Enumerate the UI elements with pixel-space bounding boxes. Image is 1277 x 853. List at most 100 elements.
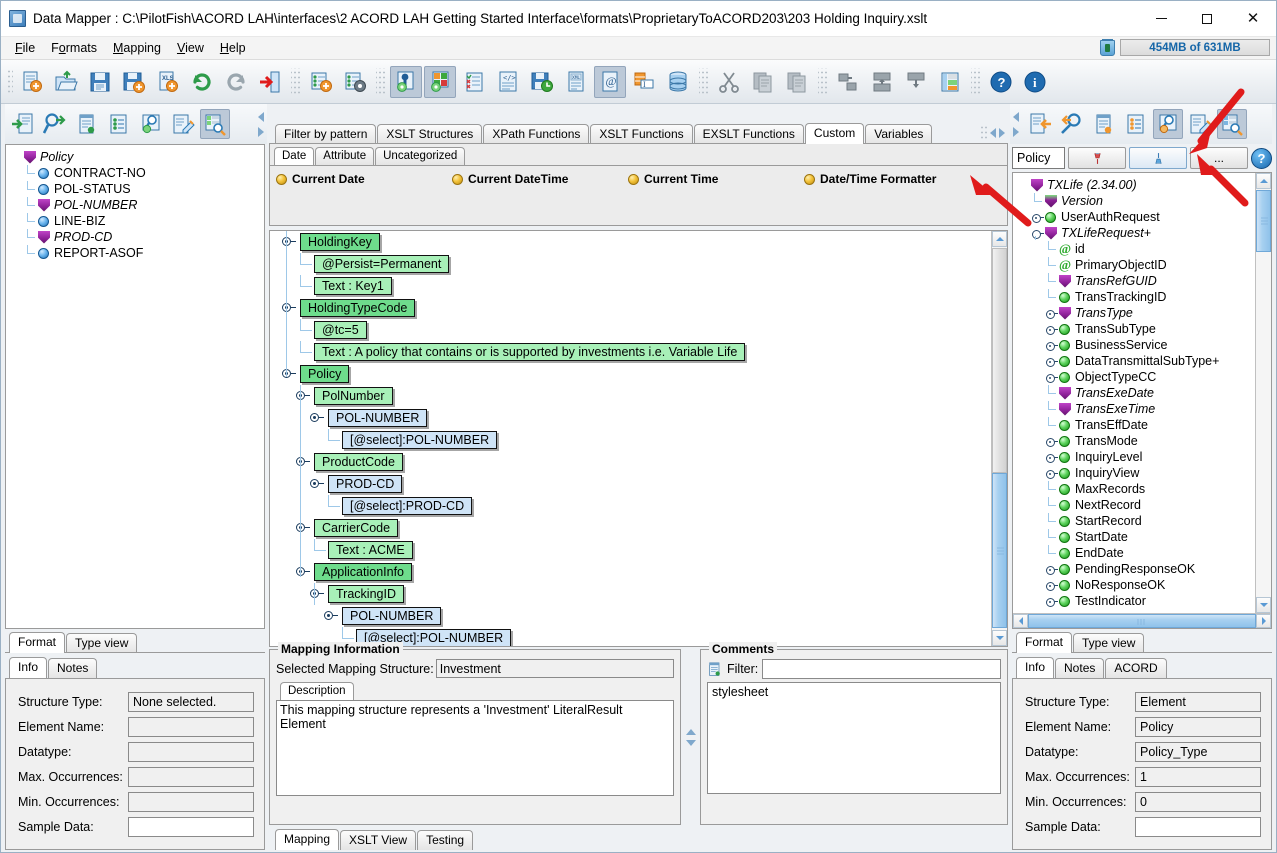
target-tree-node[interactable]: TransType: [1017, 305, 1255, 321]
mapping-tree-row[interactable]: TrackingID: [270, 583, 991, 605]
cut-icon[interactable]: [713, 66, 745, 98]
mapping-node-toggle-icon[interactable]: [324, 611, 338, 620]
target-view-tab-type-view[interactable]: Type view: [1073, 633, 1145, 653]
target-tree-node[interactable]: TXLifeRequest+: [1017, 225, 1255, 241]
target-search-input[interactable]: Policy: [1012, 147, 1065, 169]
scroll-thumb-upper[interactable]: [992, 248, 1007, 473]
mapping-node-box[interactable]: TrackingID: [328, 585, 404, 603]
minimize-button[interactable]: [1138, 1, 1184, 37]
group-icon[interactable]: [934, 66, 966, 98]
source-info-value[interactable]: [128, 741, 254, 762]
scroll-up-icon[interactable]: [1256, 173, 1271, 189]
source-tree-node[interactable]: REPORT-ASOF: [10, 244, 264, 261]
menu-mapping[interactable]: Mapping: [105, 39, 169, 57]
comments-body[interactable]: stylesheet: [707, 682, 1001, 794]
function-item[interactable]: Current Time: [628, 172, 804, 186]
source-tree-node[interactable]: CONTRACT-NO: [10, 164, 264, 181]
xml-doc-icon[interactable]: XML: [560, 66, 592, 98]
tab-exslt-functions[interactable]: EXSLT Functions: [693, 124, 804, 144]
expand-node-icon[interactable]: [1045, 579, 1058, 592]
target-tree-node[interactable]: StartDate: [1017, 528, 1255, 545]
mapping-tree-row[interactable]: PolNumber: [270, 385, 991, 407]
database-icon[interactable]: [662, 66, 694, 98]
source-tree[interactable]: Policy CONTRACT-NO POL-STATUS POL-NUMBER LIN…: [6, 145, 264, 261]
open-folder-icon[interactable]: [50, 66, 82, 98]
source-view-icon[interactable]: </>: [492, 66, 524, 98]
collapse-node-icon[interactable]: [1031, 227, 1044, 240]
maximize-button[interactable]: [1184, 1, 1230, 37]
target-tree-node[interactable]: TXLife (2.34.00): [1017, 177, 1255, 193]
function-item[interactable]: Current DateTime: [452, 172, 628, 186]
edit-source-icon[interactable]: [168, 109, 198, 139]
mapping-tree-row[interactable]: Policy: [270, 363, 991, 385]
tab-description[interactable]: Description: [280, 682, 354, 700]
pin-red-button[interactable]: [1068, 147, 1126, 169]
edit-target-icon[interactable]: [1185, 109, 1215, 139]
scroll-down-icon[interactable]: [1256, 597, 1271, 613]
exit-icon[interactable]: [254, 66, 286, 98]
splitter-down-icon[interactable]: [685, 739, 696, 746]
mapping-node-box[interactable]: HoldingTypeCode: [300, 299, 416, 317]
target-help-icon[interactable]: ?: [1251, 147, 1272, 169]
expand-node-icon[interactable]: [1045, 435, 1058, 448]
source-tree-node[interactable]: POL-STATUS: [10, 180, 264, 197]
target-detail-tab-info[interactable]: Info: [1016, 657, 1055, 678]
splitter-up-icon[interactable]: [685, 728, 696, 735]
mapping-tree-panel[interactable]: HoldingKey @Persist=Permanent Text : Key1 H…: [269, 230, 1008, 647]
import-source-icon[interactable]: [8, 109, 38, 139]
mapping-node-box[interactable]: Text : A policy that contains or is supp…: [314, 343, 746, 361]
new-mapping-icon[interactable]: [16, 66, 48, 98]
target-tree[interactable]: TXLife (2.34.00) Version UserAuthRequest TX…: [1013, 173, 1255, 609]
target-tree-node[interactable]: TransSubType: [1017, 321, 1255, 337]
move-down-icon[interactable]: [900, 66, 932, 98]
notes-source-icon[interactable]: [72, 109, 102, 139]
validate-icon[interactable]: [458, 66, 490, 98]
save-as-icon[interactable]: [118, 66, 150, 98]
target-info-value[interactable]: [1135, 816, 1261, 837]
copy-icon[interactable]: [747, 66, 779, 98]
scroll-down-icon[interactable]: [992, 630, 1007, 646]
target-tree-node[interactable]: TestIndicator: [1017, 593, 1255, 609]
target-tree-node[interactable]: TransTrackingID: [1017, 288, 1255, 305]
source-detail-tab-info[interactable]: Info: [9, 657, 48, 678]
function-item[interactable]: Date/Time Formatter: [804, 172, 936, 186]
mapping-tab-mapping[interactable]: Mapping: [275, 829, 340, 850]
function-list[interactable]: Current Date Current DateTime Current Time…: [270, 165, 1007, 225]
redo-icon[interactable]: [220, 66, 252, 98]
table-insert-icon[interactable]: I: [628, 66, 660, 98]
mapping-tree-row[interactable]: ProductCode: [270, 451, 991, 473]
trash-icon[interactable]: [1100, 38, 1115, 56]
toolbar-grip[interactable]: [7, 68, 13, 95]
export-xls-icon[interactable]: XLS: [152, 66, 184, 98]
mapping-tree-vscrollbar[interactable]: [991, 231, 1007, 646]
mapping-node-box[interactable]: PolNumber: [314, 387, 393, 405]
selected-structure-value[interactable]: Investment: [435, 659, 674, 678]
scroll-left-icon[interactable]: [1013, 614, 1028, 628]
mapping-tree-row[interactable]: POL-NUMBER: [270, 407, 991, 429]
source-info-value[interactable]: None selected.: [128, 691, 254, 712]
expand-node-icon[interactable]: [1045, 595, 1058, 608]
import-target-icon[interactable]: [1025, 109, 1055, 139]
target-tree-hscrollbar[interactable]: [1013, 613, 1271, 628]
expand-node-icon[interactable]: [1045, 355, 1058, 368]
mapping-tree-row[interactable]: Text : Key1: [270, 275, 991, 297]
mapping-tree-row[interactable]: CarrierCode: [270, 517, 991, 539]
mapping-node-box[interactable]: Text : ACME: [328, 541, 413, 559]
target-tree-panel[interactable]: TXLife (2.34.00) Version UserAuthRequest TX…: [1012, 172, 1272, 629]
target-detail-tab-acord[interactable]: ACORD: [1105, 658, 1167, 678]
expand-node-icon[interactable]: [1045, 339, 1058, 352]
mapping-node-box[interactable]: ApplicationInfo: [314, 563, 413, 581]
target-tree-node[interactable]: MaxRecords: [1017, 480, 1255, 497]
bottom-splitter[interactable]: [685, 649, 696, 825]
list-target-icon[interactable]: [1121, 109, 1151, 139]
target-info-value[interactable]: Policy: [1135, 716, 1261, 737]
mapping-tree[interactable]: HoldingKey @Persist=Permanent Text : Key1 H…: [270, 231, 991, 646]
source-info-value[interactable]: [128, 716, 254, 737]
mapping-tree-row[interactable]: HoldingTypeCode: [270, 297, 991, 319]
tab-scroll-right-icon[interactable]: [999, 128, 1005, 138]
menu-formats[interactable]: Formats: [43, 39, 105, 57]
target-tree-node[interactable]: StartRecord: [1017, 512, 1255, 529]
function-item[interactable]: Current Date: [276, 172, 452, 186]
mapping-tree-row[interactable]: [@select]:PROD-CD: [270, 495, 991, 517]
mapping-node-box[interactable]: [@select]:PROD-CD: [342, 497, 473, 515]
